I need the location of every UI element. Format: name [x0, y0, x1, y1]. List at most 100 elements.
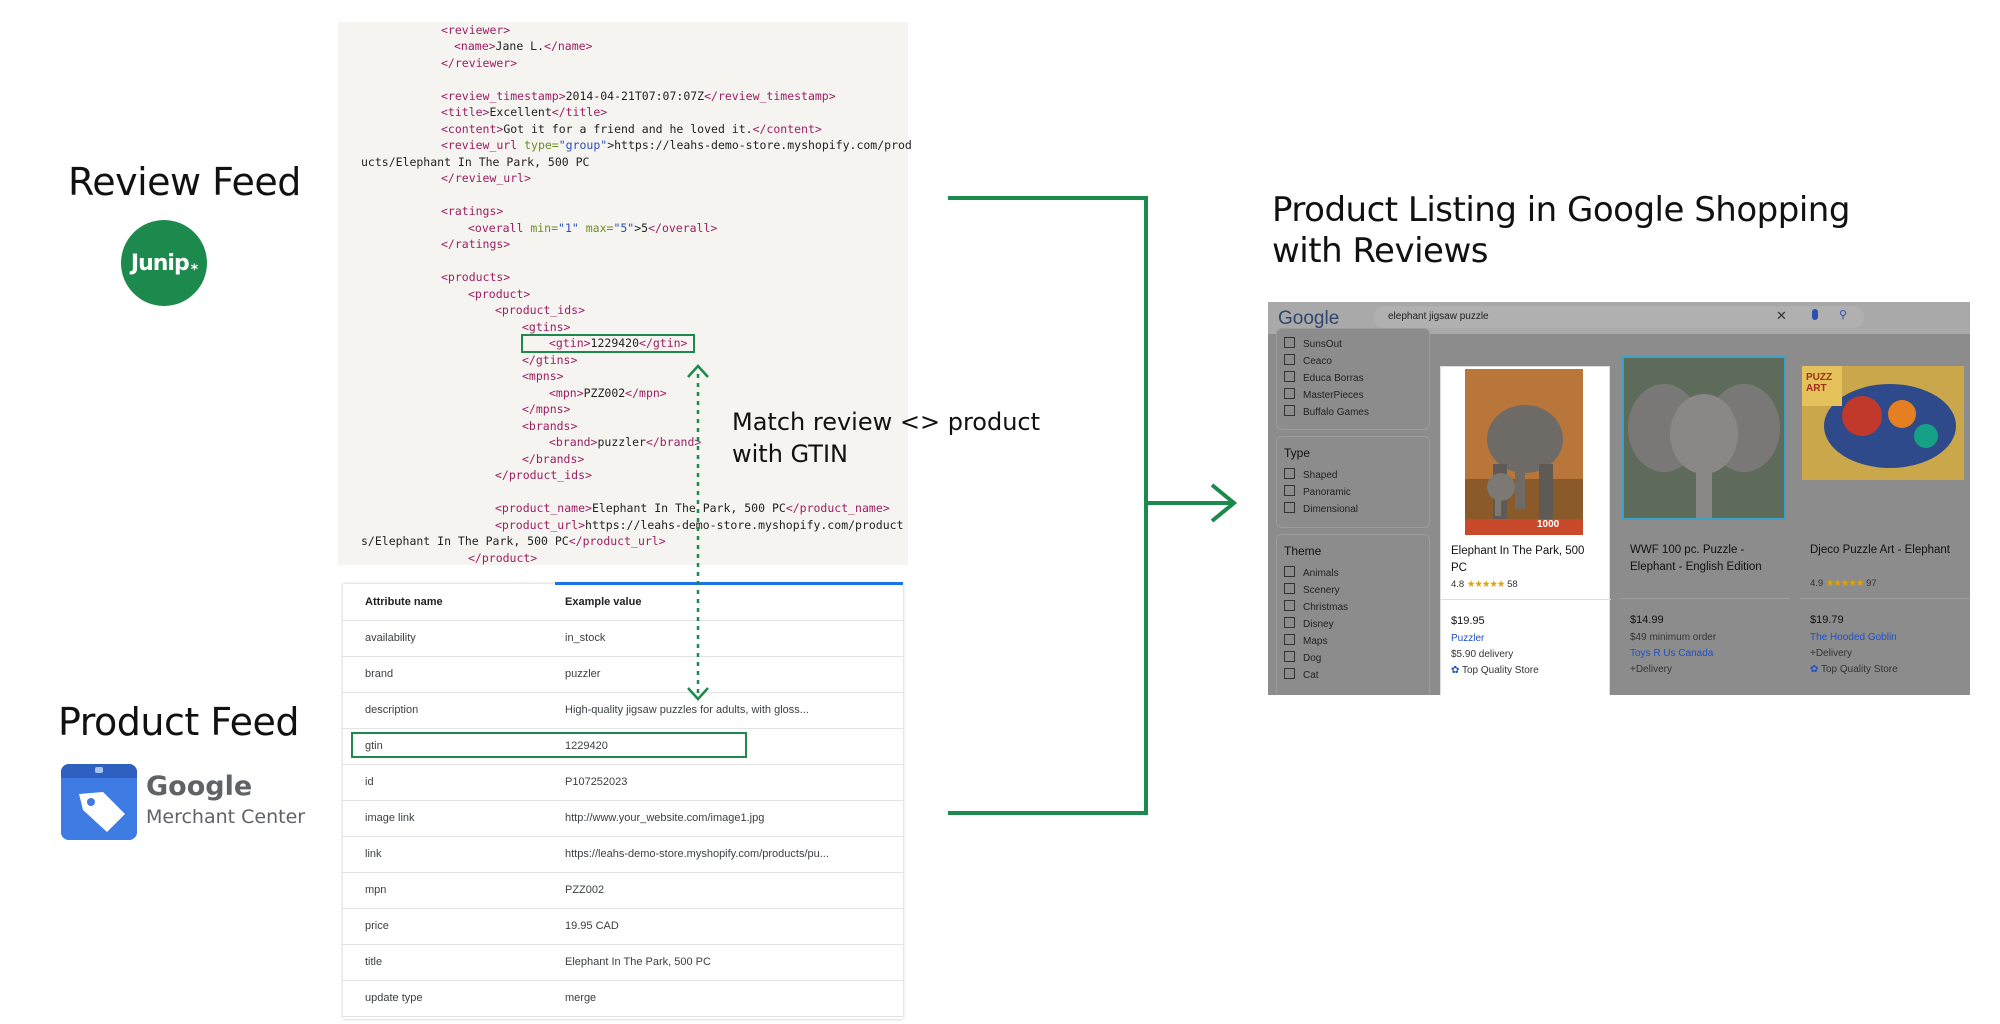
brand-filter-option[interactable]: Buffalo Games: [1284, 405, 1369, 418]
checkbox[interactable]: [1284, 371, 1295, 382]
seller-link[interactable]: The Hooded Goblin: [1810, 632, 1897, 643]
xml-tag: </product_ids>: [495, 468, 592, 482]
gtin-match-note: Match review <> product with GTIN: [732, 406, 1040, 470]
xml-text: Got it for a friend and he loved it.: [503, 122, 753, 136]
attribute-value: puzzler: [565, 668, 601, 680]
theme-filter-option[interactable]: Disney: [1284, 617, 1334, 630]
product-name[interactable]: WWF 100 pc. Puzzle - Elephant - English …: [1630, 542, 1780, 576]
microphone-icon[interactable]: [1812, 309, 1818, 320]
xml-line: <name>Jane L.</name>: [454, 38, 592, 54]
checkbox[interactable]: [1284, 566, 1295, 577]
xml-string: "1": [558, 221, 579, 235]
theme-filter-option[interactable]: Maps: [1284, 634, 1327, 647]
xml-line: </reviewer>: [441, 55, 517, 71]
product-card[interactable]: 1000 Elephant In The Park, 500 PC 4.8 ★★…: [1440, 366, 1611, 695]
xml-line: <gtins>: [522, 319, 570, 335]
checkbox[interactable]: [1284, 337, 1295, 348]
seller-link[interactable]: Puzzler: [1451, 633, 1484, 644]
xml-tag: </product_url>: [568, 534, 666, 548]
filter-option-label: Panoramic: [1303, 487, 1351, 498]
xml-tag: </gtins>: [522, 353, 578, 367]
checkbox[interactable]: [1284, 388, 1295, 399]
filter-option-label: Buffalo Games: [1303, 407, 1369, 418]
table-gtin-highlight: [351, 732, 747, 758]
xml-line: <product_ids>: [495, 302, 585, 318]
xml-tag: </brand>: [645, 435, 702, 449]
theme-filter-option[interactable]: Scenery: [1284, 583, 1340, 596]
xml-line: </product_ids>: [495, 467, 592, 483]
checkbox[interactable]: [1284, 405, 1295, 416]
card-divider: [1800, 598, 1970, 599]
table-row: availability in_stock: [343, 620, 903, 657]
product-name[interactable]: Djeco Puzzle Art - Elephant: [1810, 542, 1960, 559]
table-row: brand puzzler: [343, 656, 903, 693]
product-name[interactable]: Elephant In The Park, 500 PC: [1451, 543, 1601, 577]
minimum-order: $49 minimum order: [1630, 632, 1717, 643]
filter-option-label: Cat: [1303, 670, 1319, 681]
attribute-name: id: [365, 776, 374, 788]
junip-logo: Junip *: [121, 220, 207, 306]
xml-tag: </brands>: [522, 452, 585, 466]
product-card[interactable]: PUZZ ART Djeco Puzzle Art - Elephant 4.9…: [1800, 366, 1970, 695]
product-rating: 4.8 ★★★★★ 58: [1451, 579, 1518, 590]
xml-tag: <name>: [454, 39, 496, 53]
filter-option-label: Dog: [1303, 653, 1322, 664]
xml-text: https://leahs-demo-store.myshopify.com/p…: [585, 518, 904, 532]
checkbox[interactable]: [1284, 651, 1295, 662]
checkbox[interactable]: [1284, 354, 1295, 365]
brand-filter-option[interactable]: Ceaco: [1284, 354, 1332, 367]
attribute-name: mpn: [365, 884, 387, 896]
delivery-info: $5.90 delivery: [1451, 649, 1514, 660]
checkbox[interactable]: [1284, 468, 1295, 479]
filter-option-label: SunsOut: [1303, 339, 1342, 350]
table-row: description High-quality jigsaw puzzles f…: [343, 692, 903, 729]
type-filter-option[interactable]: Dimensional: [1284, 502, 1358, 515]
xml-tag: </review_timestamp>: [704, 89, 836, 103]
checkbox[interactable]: [1284, 485, 1295, 496]
filter-option-label: Shaped: [1303, 470, 1338, 481]
table-row: update type merge: [343, 980, 903, 1017]
attribute-value: in_stock: [565, 632, 606, 644]
checkbox[interactable]: [1284, 668, 1295, 679]
puzzle-brand-text: PUZZ ART: [1806, 372, 1833, 394]
table-row: price 19.95 CAD: [343, 908, 903, 945]
clear-search-icon[interactable]: ✕: [1776, 308, 1787, 324]
delivery-info: +Delivery: [1630, 664, 1672, 675]
product-card[interactable]: WWF 100 pc. Puzzle - Elephant - English …: [1620, 356, 1790, 695]
type-filter-option[interactable]: Shaped: [1284, 468, 1337, 481]
xml-string: "5": [613, 221, 635, 235]
puzzle-piece-count: 1000: [1537, 519, 1560, 530]
xml-line: <title>Excellent</title>: [441, 104, 607, 120]
brand-filter-option[interactable]: SunsOut: [1284, 337, 1342, 350]
xml-line: </review_url>: [441, 170, 531, 186]
filter-option-label: MasterPieces: [1303, 390, 1364, 401]
xml-line: ucts/Elephant In The Park, 500 PC: [361, 154, 589, 170]
theme-filter-option[interactable]: Christmas: [1284, 600, 1348, 613]
seller-link[interactable]: Toys R Us Canada: [1630, 648, 1713, 659]
checkbox[interactable]: [1284, 600, 1295, 611]
type-filter-option[interactable]: Panoramic: [1284, 485, 1351, 498]
brand-filter-option[interactable]: Educa Borras: [1284, 371, 1364, 384]
attribute-value: P107252023: [565, 776, 628, 788]
xml-attr: type=: [524, 138, 559, 152]
attribute-value: PZZ002: [565, 884, 605, 896]
xml-text: PZZ002: [583, 386, 626, 400]
badge-icon: ✿: [1810, 664, 1821, 675]
column-header-attribute: Attribute name: [365, 596, 443, 608]
attribute-name: link: [365, 848, 382, 860]
search-icon[interactable]: ⚲: [1839, 308, 1847, 321]
theme-filter-option[interactable]: Dog: [1284, 651, 1321, 664]
review-count: 58: [1507, 579, 1518, 590]
checkbox[interactable]: [1284, 583, 1295, 594]
xml-tag: <brand>: [549, 435, 598, 449]
checkbox[interactable]: [1284, 617, 1295, 628]
theme-filter-option[interactable]: Animals: [1284, 566, 1339, 579]
theme-filter-title: Theme: [1284, 544, 1322, 558]
checkbox[interactable]: [1284, 634, 1295, 645]
brand-filter-option[interactable]: MasterPieces: [1284, 388, 1364, 401]
filter-option-label: Maps: [1303, 636, 1328, 647]
theme-filter-option[interactable]: Cat: [1284, 668, 1319, 681]
checkbox[interactable]: [1284, 502, 1295, 513]
xml-tag: <review_url: [441, 138, 518, 152]
xml-tag: </mpn>: [625, 386, 667, 400]
